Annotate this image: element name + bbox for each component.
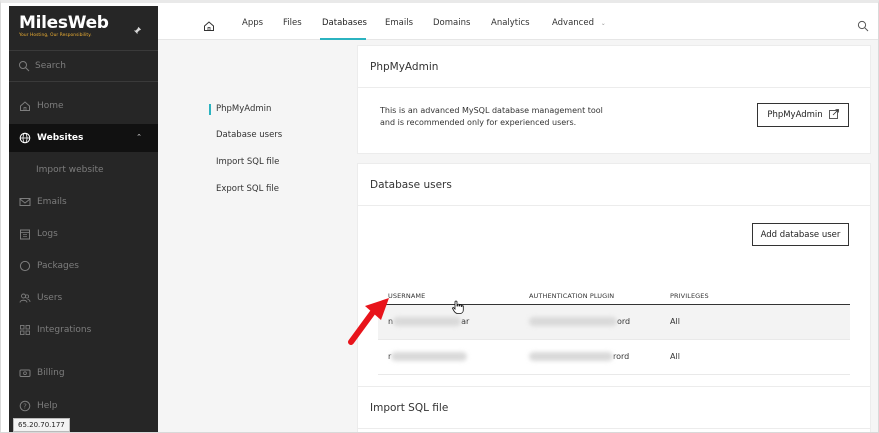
- sidebar-item-emails[interactable]: Emails: [9, 188, 158, 216]
- sidebar-item-logs[interactable]: Logs: [9, 220, 158, 248]
- subnav-item-import-sql[interactable]: Import SQL file: [216, 157, 279, 167]
- app-window: MilesWeb Your Hosting, Our Responsibilit…: [0, 0, 879, 433]
- sidebar-item-label: Billing: [37, 368, 65, 378]
- tab-analytics[interactable]: Analytics: [491, 18, 530, 28]
- open-phpmyadmin-button[interactable]: PhpMyAdmin: [757, 103, 849, 127]
- add-database-user-label: Add database user: [760, 229, 841, 240]
- sidebar-item-websites[interactable]: Websites ⌃: [9, 124, 158, 152]
- sidebar-item-packages[interactable]: Packages: [9, 252, 158, 280]
- sidebar-item-label: Emails: [37, 197, 67, 207]
- subnav-item-export-sql[interactable]: Export SQL file: [216, 184, 279, 194]
- home-icon[interactable]: [203, 17, 215, 36]
- plugin-suffix: rord: [613, 352, 630, 361]
- billing-icon: [19, 367, 31, 379]
- sidebar-item-label: Logs: [37, 229, 58, 239]
- import-sql-card-title: Import SQL file: [358, 387, 870, 429]
- sidebar-item-users[interactable]: Users: [9, 284, 158, 312]
- sidebar-item-import-website[interactable]: Import website: [9, 156, 158, 184]
- redacted-plugin: [529, 352, 613, 361]
- privileges-cell: All: [660, 339, 850, 375]
- sidebar-item-billing[interactable]: Billing: [9, 359, 158, 387]
- annotation-arrow-icon: [347, 294, 393, 350]
- chevron-down-icon: ⌄: [600, 20, 606, 27]
- search-icon[interactable]: [857, 17, 869, 36]
- column-header-privileges[interactable]: PRIVILEGES: [660, 288, 850, 305]
- table-row[interactable]: r rord All: [378, 339, 850, 375]
- sidebar-item-label: Help: [37, 401, 58, 411]
- database-users-card: Database users Add database user USERNAM…: [357, 163, 871, 413]
- ip-tooltip: 65.20.70.177: [13, 418, 70, 432]
- tab-advanced-label: Advanced: [552, 18, 594, 28]
- plugin-suffix: ord: [617, 317, 631, 326]
- tab-emails[interactable]: Emails: [385, 18, 413, 28]
- phpmyadmin-description-line2: and is recommended only for experienced …: [380, 118, 577, 127]
- search-icon: [18, 60, 30, 72]
- phpmyadmin-description: This is an advanced MySQL database manag…: [380, 105, 603, 129]
- column-header-username[interactable]: USERNAME: [378, 288, 519, 305]
- pin-icon[interactable]: [133, 26, 142, 38]
- database-users-card-title: Database users: [358, 164, 870, 206]
- add-database-user-button[interactable]: Add database user: [752, 223, 849, 246]
- brand-tagline: Your Hosting, Our Responsibility.: [19, 33, 92, 38]
- username-cell: r: [378, 339, 519, 375]
- tab-apps[interactable]: Apps: [242, 18, 263, 28]
- tab-databases[interactable]: Databases: [322, 18, 367, 28]
- sidebar-item-label: Home: [37, 101, 64, 111]
- open-phpmyadmin-label: PhpMyAdmin: [767, 110, 823, 120]
- calendar-icon: [19, 228, 31, 240]
- sidebar-item-home[interactable]: Home: [9, 92, 158, 120]
- username-cell: n ar: [378, 304, 519, 340]
- sidebar-item-label: Integrations: [37, 325, 92, 335]
- auth-plugin-cell: rord: [519, 339, 660, 375]
- table-header-row: USERNAME AUTHENTICATION PLUGIN PRIVILEGE…: [378, 288, 850, 305]
- auth-plugin-cell: ord: [519, 304, 660, 340]
- phpmyadmin-card-title: PhpMyAdmin: [358, 46, 870, 88]
- redacted-username: [393, 317, 462, 326]
- phpmyadmin-card: PhpMyAdmin This is an advanced MySQL dat…: [357, 45, 871, 154]
- redacted-username: [391, 352, 468, 361]
- database-subnav: PhpMyAdmin Database users Import SQL fil…: [158, 40, 356, 432]
- sidebar-item-integrations[interactable]: Integrations: [9, 316, 158, 344]
- sidebar-item-label: Users: [37, 293, 63, 303]
- import-sql-card: Import SQL file: [357, 386, 871, 432]
- external-link-icon: [828, 108, 839, 122]
- package-icon: [19, 260, 31, 272]
- subnav-item-database-users[interactable]: Database users: [216, 130, 282, 140]
- username-suffix: ar: [461, 317, 470, 326]
- table-row[interactable]: n ar ord All: [378, 304, 850, 340]
- main-content: PhpMyAdmin Database users Import SQL fil…: [158, 40, 878, 432]
- sidebar-search[interactable]: Search: [9, 50, 158, 82]
- tab-files[interactable]: Files: [283, 18, 302, 28]
- sidebar-item-help[interactable]: ? Help: [9, 392, 158, 420]
- phpmyadmin-description-line1: This is an advanced MySQL database manag…: [380, 106, 603, 115]
- sidebar: MilesWeb Your Hosting, Our Responsibilit…: [9, 6, 158, 432]
- home-icon: [19, 100, 31, 112]
- tab-domains[interactable]: Domains: [433, 18, 470, 28]
- globe-icon: [19, 132, 31, 144]
- grid-icon: [19, 324, 31, 336]
- database-users-table: USERNAME AUTHENTICATION PLUGIN PRIVILEGE…: [378, 288, 850, 375]
- tab-advanced[interactable]: Advanced ⌄: [552, 18, 606, 28]
- sidebar-item-label: Packages: [37, 261, 79, 271]
- top-navigation: Apps Files Databases Emails Domains Anal…: [158, 6, 878, 40]
- sidebar-item-label: Websites: [37, 133, 84, 143]
- brand-logo[interactable]: MilesWeb Your Hosting, Our Responsibilit…: [19, 13, 109, 39]
- sidebar-item-label: Import website: [36, 165, 104, 175]
- sidebar-search-label: Search: [35, 61, 66, 71]
- redacted-plugin: [529, 317, 617, 326]
- column-header-auth-plugin[interactable]: AUTHENTICATION PLUGIN: [519, 288, 660, 305]
- users-icon: [19, 292, 31, 304]
- help-icon: ?: [19, 400, 31, 412]
- brand-name: MilesWeb: [19, 13, 109, 33]
- subnav-item-phpmyadmin[interactable]: PhpMyAdmin: [208, 104, 271, 115]
- chevron-up-icon[interactable]: ⌃: [136, 133, 142, 141]
- privileges-cell: All: [660, 304, 850, 340]
- svg-text:?: ?: [23, 403, 27, 411]
- mail-icon: [19, 196, 31, 208]
- hand-cursor-icon: [452, 299, 464, 318]
